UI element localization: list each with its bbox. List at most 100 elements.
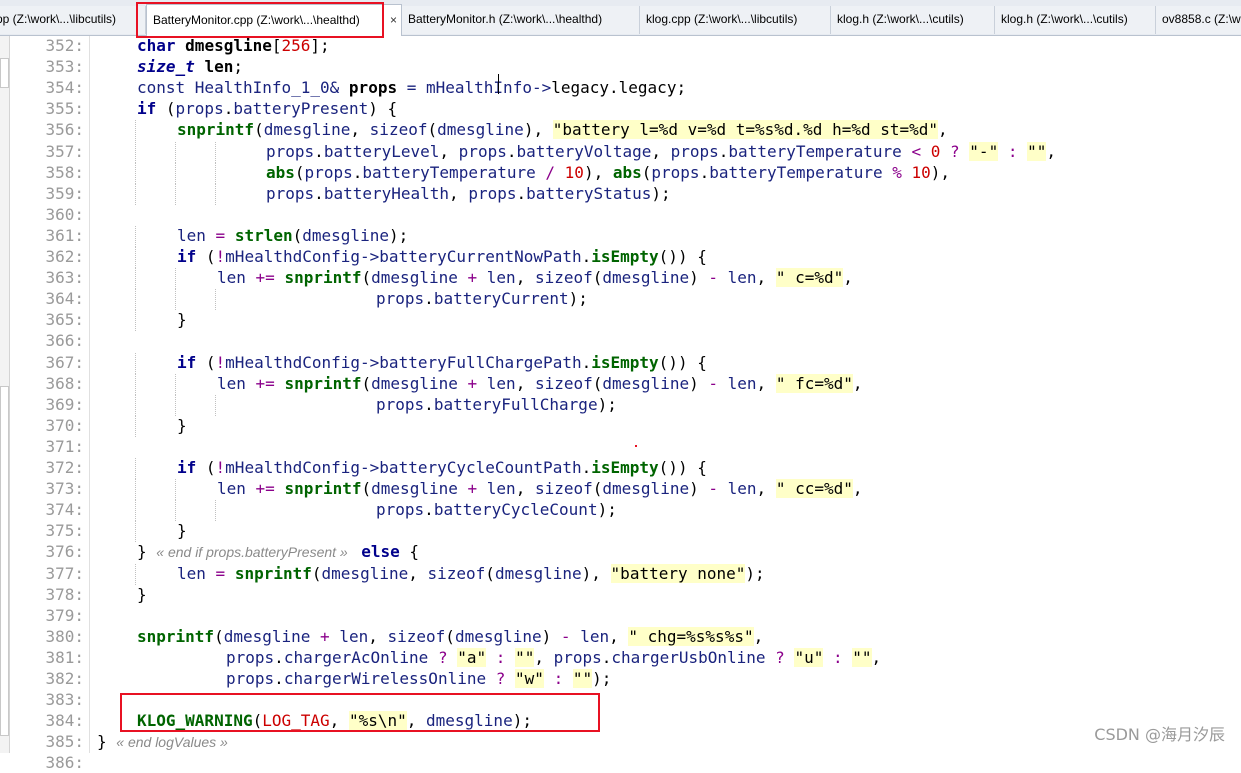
code-token: len <box>486 268 516 288</box>
code-token: legacy.legacy; <box>551 78 687 98</box>
code-token: , <box>938 120 948 140</box>
line-number: 366: <box>45 331 84 351</box>
code-line: 368: len += snprintf(dmesgline + len, siz… <box>0 373 1241 395</box>
code-token: . <box>516 183 527 203</box>
code-token: . <box>314 141 324 161</box>
code-line: 372: if (!mHealthdConfig->batteryCycleCou… <box>0 458 1241 479</box>
code-token: "a" <box>457 647 487 667</box>
code-token: len <box>580 626 610 646</box>
code-line: 371: <box>0 437 1241 457</box>
tab-label: BatteryMonitor.h (Z:\work\...\healthd) <box>408 12 603 26</box>
line-number: 382: <box>45 669 84 688</box>
code-token: len <box>217 373 246 393</box>
code-token: batteryCycleCount <box>433 500 598 520</box>
code-token: ); <box>651 183 671 203</box>
code-token: { <box>399 542 420 562</box>
code-token: ), <box>583 162 613 182</box>
code-token: " chg=%s%s%s" <box>628 626 754 646</box>
indent-guide <box>215 162 216 184</box>
code-token: dmesgline <box>602 479 690 499</box>
tab-close-icon[interactable]: × <box>390 5 397 35</box>
code-token: len <box>339 626 369 646</box>
code-token: "-" <box>969 141 999 161</box>
tab[interactable]: pp (Z:\work\...\libcutils) <box>0 6 146 34</box>
code-token: dmesgline <box>454 626 542 646</box>
code-token: , <box>368 626 388 646</box>
tab[interactable]: BatteryMonitor.h (Z:\work\...\healthd) <box>402 6 640 34</box>
code-token: props <box>175 99 224 119</box>
code-token: ? <box>950 141 960 161</box>
code-token: ), <box>581 563 611 583</box>
code-token: dmesgline <box>371 268 458 288</box>
code-token: ? <box>495 669 506 688</box>
line-number: 374: <box>45 500 84 520</box>
code-token: mHealthdConfig->batteryCycleCountPath <box>225 458 582 477</box>
code-token: batteryVoltage <box>516 141 652 161</box>
code-token: ( <box>196 352 216 372</box>
code-text: } <box>177 310 187 330</box>
code-token: ); <box>745 563 765 583</box>
tab[interactable]: ov8858.c (Z:\wor <box>1156 6 1241 34</box>
tab[interactable]: klog.h (Z:\work\...\cutils) <box>995 6 1156 34</box>
code-line: 365:} <box>0 310 1241 332</box>
code-token: , <box>852 479 863 499</box>
code-token: , <box>756 268 776 288</box>
indent-guide <box>135 141 136 163</box>
tab-label: klog.cpp (Z:\work\...\libcutils) <box>646 12 798 26</box>
code-line: 375:} <box>0 521 1241 543</box>
code-token: ( <box>254 120 264 140</box>
code-token: abs <box>266 162 295 182</box>
code-token: batteryStatus <box>526 183 652 203</box>
code-token: ) { <box>368 99 398 119</box>
code-token: dmesgline <box>371 373 458 393</box>
code-token: ); <box>592 669 612 688</box>
line-number: 375: <box>45 521 84 541</box>
indent-guide <box>175 394 176 416</box>
indent-guide <box>175 289 176 311</box>
code-token: , <box>1046 141 1057 161</box>
code-token: props <box>468 183 517 203</box>
code-text: props.batteryFullCharge); <box>376 395 617 415</box>
code-text: } « end if props.batteryPresent » else { <box>137 542 419 562</box>
code-line: 380: snprintf(dmesgline + len, sizeof(dme… <box>0 626 1241 647</box>
code-text: if (props.batteryPresent) { <box>137 99 397 119</box>
code-token: if <box>177 458 197 477</box>
code-token: sizeof <box>534 268 593 288</box>
code-token: , <box>534 647 554 667</box>
tab[interactable]: klog.h (Z:\work\...\cutils) <box>831 6 995 34</box>
code-token: < <box>911 141 922 161</box>
code-token: ( <box>214 626 224 646</box>
code-token: , <box>449 183 469 203</box>
code-token: . <box>424 500 434 520</box>
code-token: "" <box>572 669 593 688</box>
line-number: 354: <box>45 78 84 98</box>
code-text: snprintf(dmesgline + len, sizeof(dmesgli… <box>137 626 763 647</box>
tab[interactable]: klog.cpp (Z:\work\...\libcutils) <box>640 6 831 34</box>
code-token: - <box>708 268 718 288</box>
indent-guide <box>135 415 136 437</box>
code-token: props <box>553 647 602 667</box>
code-token: ? <box>437 647 448 667</box>
code-line: 381: props.chargerAcOnline ? "a" : "", pr… <box>0 647 1241 668</box>
code-token: const HealthInfo_1_0& <box>137 78 349 98</box>
code-token: len <box>486 373 516 393</box>
text-cursor <box>498 74 499 94</box>
code-token: dmesgline <box>185 36 272 55</box>
indent-guide <box>135 500 136 522</box>
line-number: 367: <box>45 352 84 372</box>
code-token: ( <box>292 225 303 245</box>
code-token: snprintf <box>284 268 362 288</box>
code-text: } <box>137 585 147 605</box>
